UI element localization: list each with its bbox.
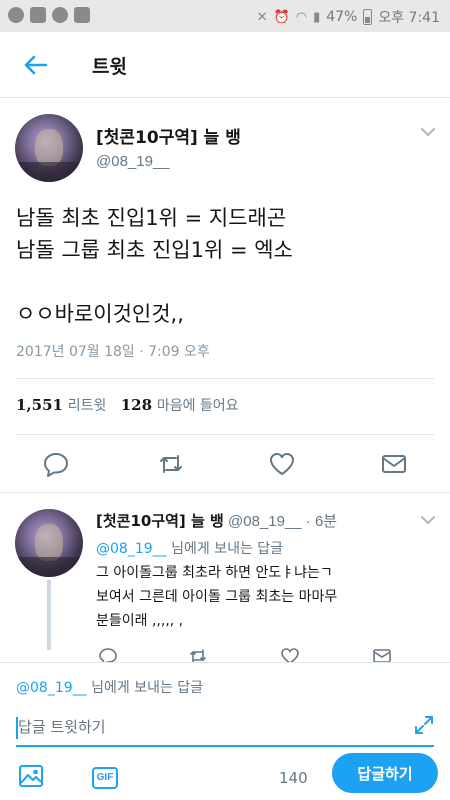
back-arrow-icon[interactable] [20, 50, 50, 80]
reply-avatar[interactable] [15, 509, 83, 577]
wifi-icon: ◠ [295, 9, 308, 25]
divider [16, 434, 434, 435]
reply-header: [첫콘10구역] 늘 뱅 @08_19__ · 6분 [96, 510, 337, 531]
tweet-stats: 1,551 리트윗 128 마음에 들어요 [16, 395, 239, 415]
alarm-icon: ⏰ [273, 9, 290, 25]
reply-actions [96, 642, 426, 662]
reply-icon[interactable] [42, 450, 70, 478]
reply-composer: @08_19__ 님에게 보내는 답글 GIF 140 답글하기 [0, 662, 450, 800]
gallery-notification-icon [30, 7, 46, 23]
page-title: 트윗 [92, 56, 127, 78]
battery-percent: 47% [326, 9, 358, 25]
twitter-notification-icon [74, 7, 90, 23]
thread-line [47, 580, 51, 650]
notification-icons [8, 7, 90, 23]
tweet-text: 남돌 최초 진입1위 = 지드래곤 남돌 그룹 최초 진입1위 = 엑소 ㅇㅇ바… [16, 206, 293, 326]
avatar[interactable] [15, 114, 83, 182]
reply-author-name[interactable]: [첫콘10구역] 늘 뱅 [96, 512, 224, 530]
reply-to-handle[interactable]: @08_19__ [96, 541, 167, 557]
chevron-down-icon[interactable] [420, 514, 436, 526]
reply-input[interactable] [16, 709, 434, 747]
signal-icon: ▮ [313, 9, 321, 25]
system-status: ✕ ⏰ ◠ ▮ 47% 오후 7:41 [257, 7, 440, 27]
submit-reply-button[interactable]: 답글하기 [332, 753, 438, 793]
like-icon[interactable] [268, 450, 296, 478]
composer-reply-to-suffix: 님에게 보내는 답글 [91, 680, 204, 696]
reply-text: 그 아이돌그룹 최초라 하면 안도ㅑ냐는ㄱ 보여서 그른데 아이돌 그룹 최초는… [96, 565, 338, 629]
expand-icon[interactable] [414, 715, 434, 735]
app-notification-icon [52, 7, 68, 23]
reply-context: @08_19__ 님에게 보내는 답글 [96, 538, 283, 558]
app-notification-icon [8, 7, 24, 23]
retweet-count[interactable]: 1,551 [16, 396, 63, 414]
image-icon[interactable] [18, 763, 44, 789]
mute-icon: ✕ [256, 9, 268, 25]
clock: 오후 7:41 [378, 10, 440, 26]
reply-icon[interactable] [98, 646, 118, 662]
composer-reply-context: @08_19__ 님에게 보내는 답글 [16, 677, 203, 697]
retweet-label[interactable]: 리트윗 [68, 398, 107, 414]
app-header: 트윗 [0, 32, 450, 98]
tweet-timestamp: 2017년 07월 18일 · 7:09 오후 [16, 344, 210, 360]
battery-icon [363, 9, 373, 25]
tweet-author-name[interactable]: [첫콘10구역] 늘 뱅 [96, 123, 241, 148]
retweet-icon[interactable] [157, 450, 185, 478]
message-icon[interactable] [380, 450, 408, 478]
character-count: 140 [279, 769, 308, 787]
like-count[interactable]: 128 [121, 396, 152, 414]
retweet-icon[interactable] [188, 646, 208, 662]
like-label[interactable]: 마음에 들어요 [157, 398, 239, 414]
status-bar: ✕ ⏰ ◠ ▮ 47% 오후 7:41 [0, 0, 450, 32]
composer-reply-to-handle[interactable]: @08_19__ [16, 680, 87, 696]
gif-button[interactable]: GIF [92, 767, 118, 789]
tweet-author-handle[interactable]: @08_19__ [96, 153, 170, 170]
divider [16, 378, 434, 379]
like-icon[interactable] [280, 646, 300, 662]
reply-to-suffix: 님에게 보내는 답글 [171, 541, 284, 557]
chevron-down-icon[interactable] [420, 126, 436, 138]
text-cursor [16, 717, 18, 739]
section-divider [0, 492, 450, 493]
tweet-actions [0, 446, 450, 482]
reply-meta: @08_19__ · 6분 [228, 513, 338, 530]
message-icon[interactable] [372, 646, 392, 662]
